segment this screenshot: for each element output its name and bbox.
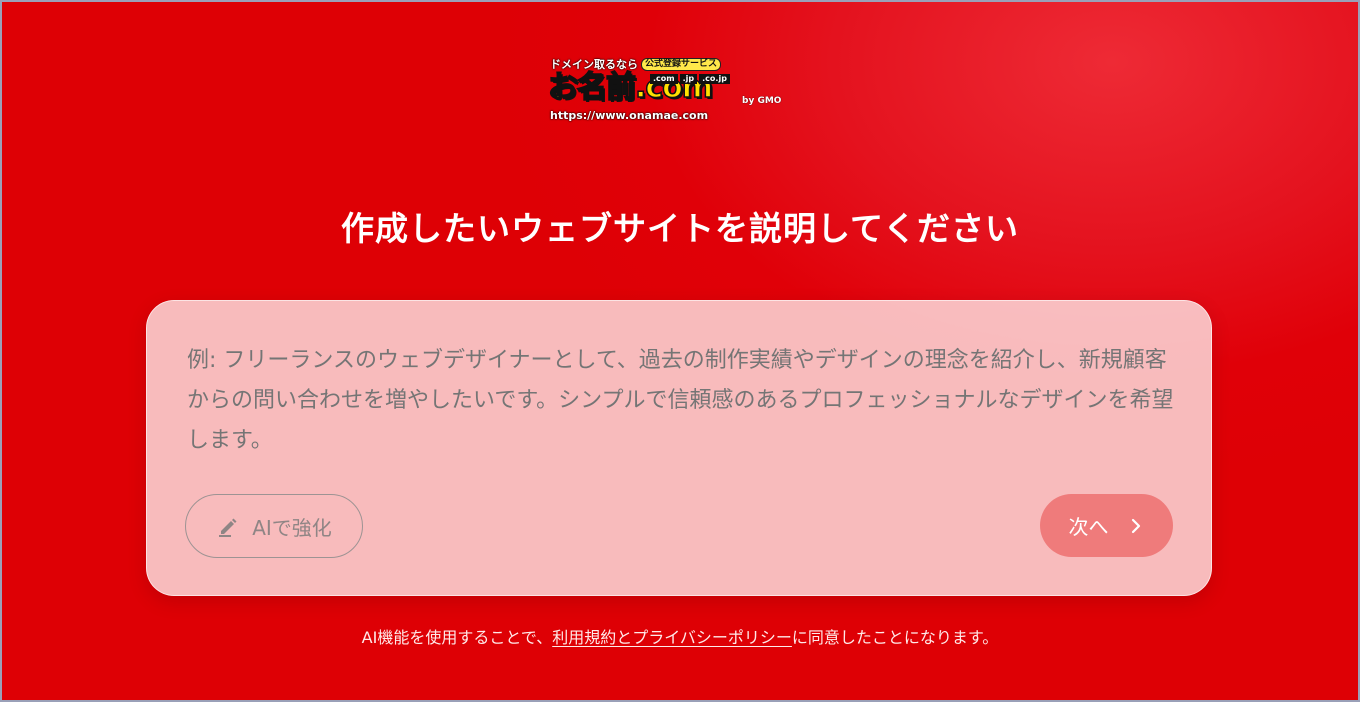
next-button[interactable]: 次へ <box>1040 494 1173 557</box>
terms-suffix: に同意したことになります。 <box>791 628 999 647</box>
website-description-input[interactable] <box>187 341 1177 461</box>
prompt-card: AIで強化 次へ <box>146 300 1212 596</box>
page-title: 作成したいウェブサイトを説明してください <box>340 209 1020 248</box>
logo-url: https://www.onamae.com <box>550 109 709 122</box>
pencil-icon <box>216 514 240 538</box>
ai-enhance-button[interactable]: AIで強化 <box>185 494 363 558</box>
next-label: 次へ <box>1068 515 1109 539</box>
terms-prefix: AI機能を使用することで、 <box>361 628 553 647</box>
logo-tld: .com <box>650 74 678 84</box>
logo-tld-list: .com .jp .co.jp <box>650 74 730 84</box>
terms-privacy-link[interactable]: 利用規約とプライバシーポリシー <box>552 628 792 647</box>
logo-by-gmo: by GMO <box>742 96 782 106</box>
logo-tld: .jp <box>679 74 698 84</box>
onamae-logo[interactable]: ドメイン取るなら 公式登録サービス お名前.com .com .jp .co.j… <box>547 56 810 124</box>
logo-tld: .co.jp <box>699 74 730 84</box>
chevron-right-icon <box>1127 517 1145 535</box>
ai-enhance-label: AIで強化 <box>252 515 332 540</box>
logo-service-badge: 公式登録サービス <box>641 57 722 71</box>
page: ドメイン取るなら 公式登録サービス お名前.com .com .jp .co.j… <box>0 0 1360 702</box>
terms-consent-note: AI機能を使用することで、利用規約とプライバシーポリシーに同意したことになります… <box>2 624 1358 648</box>
